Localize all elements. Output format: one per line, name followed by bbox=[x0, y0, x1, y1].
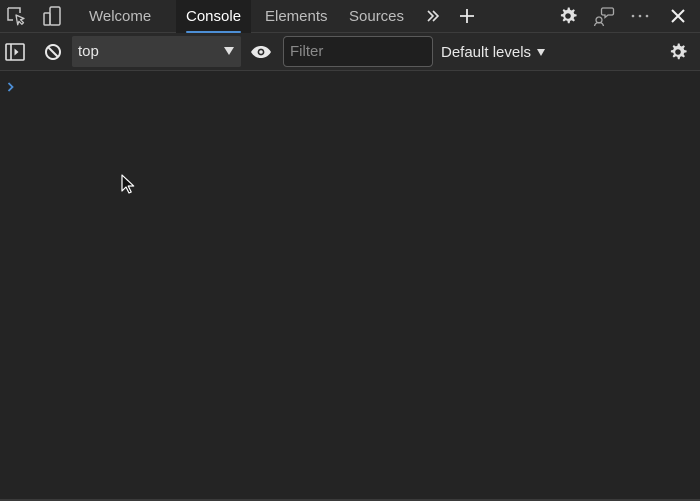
chevron-down-icon bbox=[537, 48, 546, 56]
inspect-element-icon[interactable] bbox=[4, 4, 28, 28]
context-select[interactable]: top bbox=[72, 36, 241, 67]
console-output[interactable] bbox=[0, 71, 700, 499]
chevron-double-right-icon[interactable] bbox=[421, 4, 445, 28]
mouse-cursor-icon bbox=[121, 174, 135, 199]
console-settings-gear-icon[interactable] bbox=[665, 40, 691, 64]
chevron-down-icon bbox=[224, 47, 234, 55]
tab-label: Welcome bbox=[89, 8, 152, 25]
tab-label: Elements bbox=[265, 8, 328, 25]
console-prompt-input[interactable] bbox=[22, 76, 692, 94]
tab-label: Sources bbox=[349, 8, 405, 25]
eye-icon[interactable] bbox=[249, 40, 273, 64]
tab-sources[interactable]: Sources bbox=[339, 0, 414, 33]
tab-console[interactable]: Console bbox=[176, 0, 252, 33]
device-emulation-icon[interactable] bbox=[40, 4, 64, 28]
log-levels-label: Default levels bbox=[441, 43, 532, 61]
close-icon[interactable] bbox=[666, 4, 690, 28]
tab-label: Console bbox=[186, 8, 242, 25]
context-select-value: top bbox=[78, 43, 99, 60]
filter-input[interactable] bbox=[283, 36, 433, 67]
sidebar-toggle-icon[interactable] bbox=[3, 40, 27, 64]
log-levels-dropdown[interactable]: Default levels bbox=[441, 33, 546, 71]
clear-console-icon[interactable] bbox=[41, 40, 65, 64]
tab-welcome[interactable]: Welcome bbox=[79, 0, 161, 33]
console-toolbar: top Default levels bbox=[0, 33, 700, 71]
more-horizontal-icon[interactable] bbox=[628, 4, 652, 28]
gear-icon[interactable] bbox=[555, 3, 581, 29]
chevron-right-icon bbox=[7, 79, 15, 97]
tab-elements[interactable]: Elements bbox=[255, 0, 338, 33]
devtools-tab-bar: Welcome Console Elements Sources bbox=[0, 0, 700, 33]
plus-icon[interactable] bbox=[455, 4, 479, 28]
feedback-icon[interactable] bbox=[591, 3, 617, 29]
